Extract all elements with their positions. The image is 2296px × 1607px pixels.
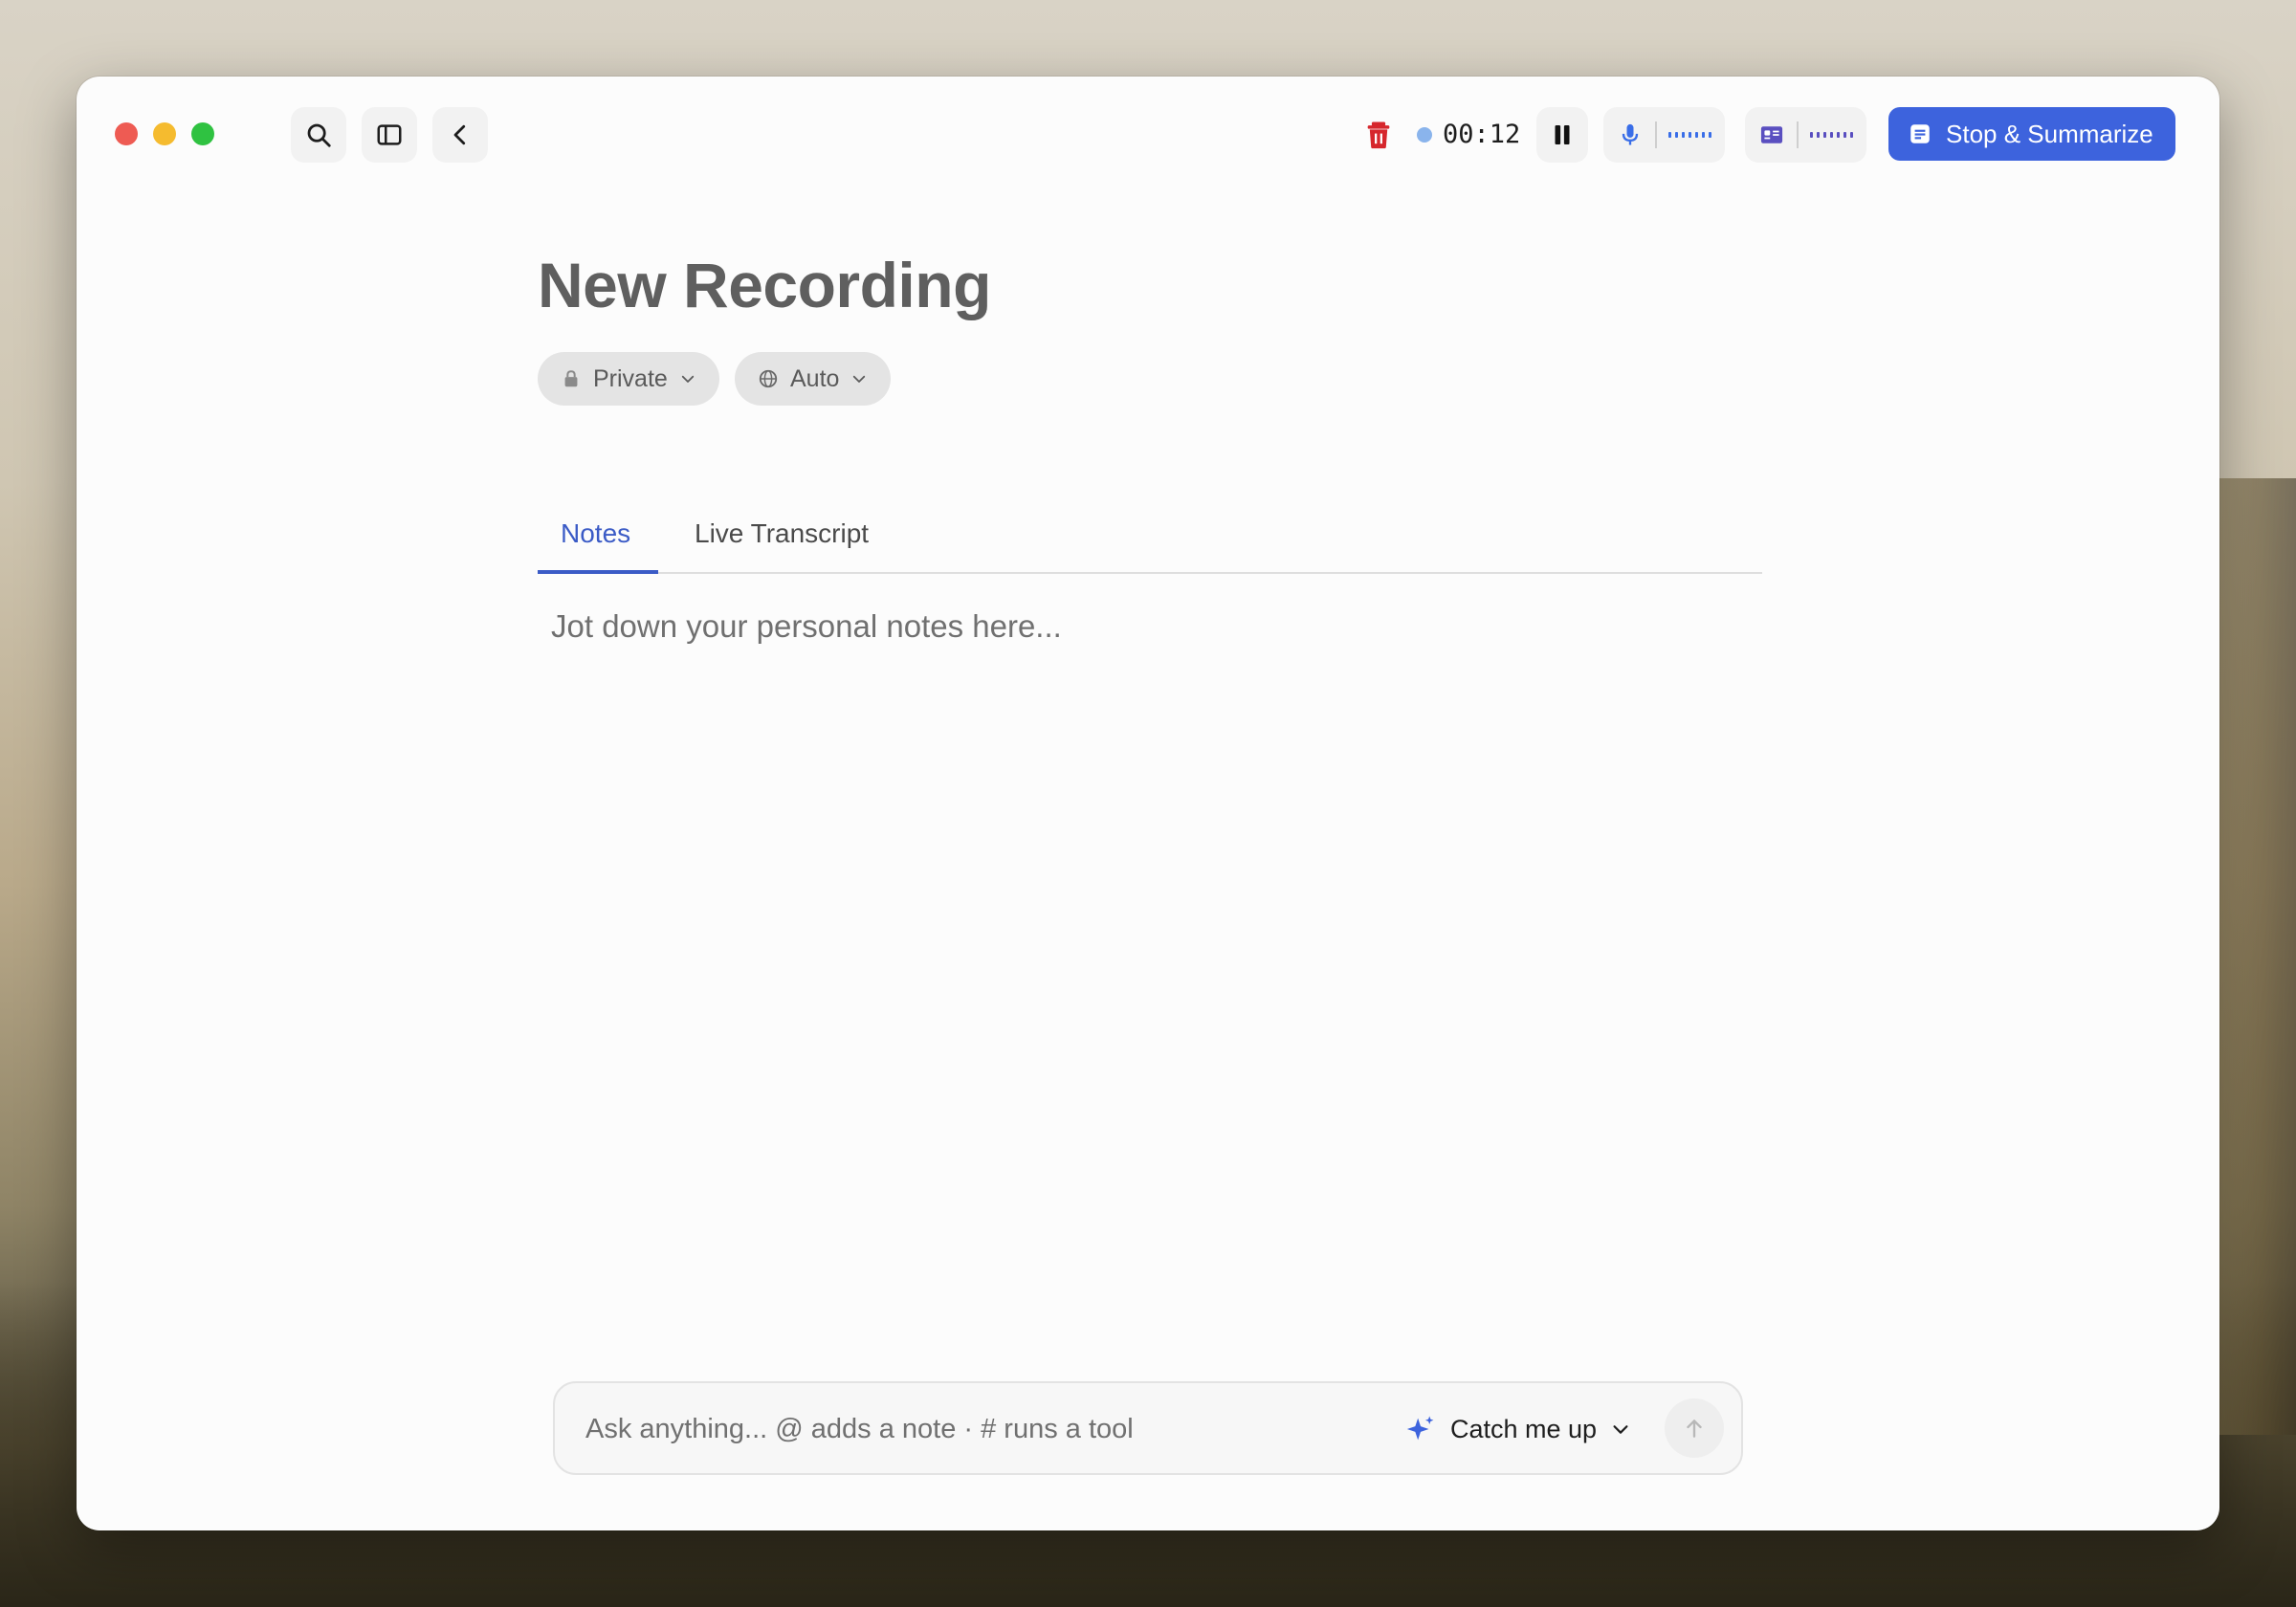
chevron-down-icon (853, 375, 866, 383)
sidebar-toggle-button[interactable] (362, 107, 417, 163)
traffic-lights (115, 122, 214, 145)
trash-icon[interactable] (1362, 119, 1395, 151)
back-button[interactable] (432, 107, 488, 163)
summary-doc-icon (1910, 124, 1930, 143)
search-icon (307, 123, 331, 147)
tab-notes[interactable]: Notes (561, 518, 630, 549)
chevron-down-icon (1613, 1425, 1628, 1434)
privacy-label: Private (593, 364, 668, 392)
catch-me-up-dropdown[interactable]: Catch me up (1404, 1404, 1631, 1454)
sparkle-icon (1406, 1416, 1434, 1441)
pause-icon (1555, 125, 1570, 144)
catch-me-up-label: Catch me up (1450, 1414, 1598, 1443)
search-button[interactable] (291, 107, 346, 163)
lock-icon (564, 370, 578, 387)
microphone-level-meter (1668, 132, 1711, 138)
active-tab-indicator (538, 570, 658, 574)
pause-button[interactable] (1536, 107, 1588, 163)
note-title[interactable]: New Recording (538, 249, 991, 321)
tab-live-transcript[interactable]: Live Transcript (695, 518, 869, 549)
microphone-input-control[interactable] (1603, 107, 1725, 163)
microphone-icon (1622, 123, 1639, 145)
language-dropdown[interactable]: Auto (735, 352, 892, 406)
background-tree (2210, 478, 2296, 1435)
stop-and-summarize-button[interactable]: Stop & Summarize (1888, 107, 2175, 161)
chevron-left-icon (453, 124, 466, 145)
stop-and-summarize-label: Stop & Summarize (1946, 119, 2153, 148)
divider (1655, 121, 1657, 148)
minimize-window-button[interactable] (153, 122, 176, 145)
ask-bar: Catch me up (553, 1381, 1743, 1475)
privacy-dropdown[interactable]: Private (538, 352, 719, 406)
note-tabs: Notes Live Transcript (538, 505, 1762, 574)
send-button[interactable] (1665, 1398, 1724, 1458)
system-audio-level-meter (1810, 132, 1853, 138)
sidebar-toggle-icon (377, 124, 402, 145)
system-audio-icon (1760, 126, 1783, 143)
zoom-window-button[interactable] (191, 122, 214, 145)
notes-editor[interactable]: Jot down your personal notes here... (551, 608, 1062, 645)
close-window-button[interactable] (115, 122, 138, 145)
app-window: 00:12 Stop & Summarize New Recording Pri… (77, 77, 2219, 1530)
globe-icon (759, 369, 778, 388)
ask-input[interactable] (585, 1406, 1389, 1452)
language-label: Auto (790, 364, 840, 392)
recording-timer: 00:12 (1443, 120, 1521, 149)
chevron-down-icon (681, 375, 694, 383)
arrow-up-icon (1687, 1420, 1702, 1438)
divider (1797, 121, 1799, 148)
recording-indicator (1417, 127, 1432, 143)
system-audio-control[interactable] (1745, 107, 1866, 163)
